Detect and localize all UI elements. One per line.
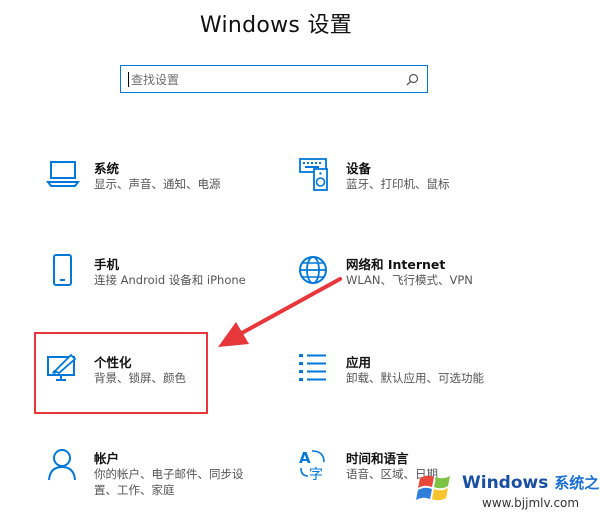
- apps-list-icon: [299, 354, 326, 381]
- tile-description: 连接 Android 设备和 iPhone: [94, 273, 246, 287]
- tile-label: 系统: [94, 161, 120, 176]
- keyboard-speaker-icon: [299, 158, 328, 191]
- watermark-brand-text: Windows: [462, 473, 549, 493]
- search-input[interactable]: 查找设置: [120, 65, 428, 93]
- svg-text:字: 字: [309, 467, 323, 482]
- laptop-icon: [46, 161, 80, 187]
- tile-description: 蓝牙、打印机、鼠标: [346, 177, 450, 191]
- search-placeholder: 查找设置: [131, 73, 180, 87]
- tile-system[interactable]: 系统 显示、声音、通知、电源: [46, 158, 246, 198]
- tile-description: 显示、声音、通知、电源: [94, 177, 221, 191]
- watermark-brand-sub: 系统之家: [554, 474, 600, 492]
- watermark: Windows 系统之家 www.bjjmlv.com: [410, 462, 600, 516]
- phone-icon: [53, 254, 72, 286]
- tile-label: 应用: [346, 355, 372, 370]
- tile-label: 网络和 Internet: [346, 257, 446, 272]
- time-language-icon: A 字: [299, 449, 325, 482]
- tile-phone[interactable]: 手机 连接 Android 设备和 iPhone: [46, 254, 276, 294]
- watermark-brand: Windows 系统之家: [462, 472, 600, 493]
- text-caret: [128, 72, 129, 87]
- highlight-box: [34, 332, 208, 414]
- page-title: Windows 设置: [199, 13, 353, 38]
- tile-accounts[interactable]: 帐户 你的帐户、电子邮件、同步设 置、工作、家庭: [46, 448, 266, 504]
- tile-description: WLAN、飞行模式、VPN: [346, 273, 473, 287]
- person-icon: [48, 449, 76, 481]
- tile-description: 你的帐户、电子邮件、同步设 置、工作、家庭: [94, 466, 244, 498]
- tile-description: 卸载、默认应用、可选功能: [346, 371, 484, 385]
- tile-apps[interactable]: 应用 卸载、默认应用、可选功能: [298, 352, 518, 392]
- tile-description-line: 你的帐户、电子邮件、同步设: [94, 467, 244, 481]
- tile-devices[interactable]: 设备 蓝牙、打印机、鼠标: [298, 158, 498, 198]
- windows-logo-icon: [416, 475, 450, 501]
- tile-description-line: 置、工作、家庭: [94, 483, 175, 497]
- tile-network[interactable]: 网络和 Internet WLAN、飞行模式、VPN: [298, 254, 518, 294]
- tile-label: 设备: [346, 161, 372, 176]
- tile-label: 手机: [94, 257, 120, 272]
- watermark-url: www.bjjmlv.com: [482, 496, 580, 510]
- search-icon[interactable]: [406, 73, 419, 86]
- svg-text:A: A: [299, 449, 311, 467]
- globe-icon: [299, 256, 327, 284]
- tile-label: 帐户: [94, 451, 120, 466]
- tile-label: 时间和语言: [346, 451, 409, 466]
